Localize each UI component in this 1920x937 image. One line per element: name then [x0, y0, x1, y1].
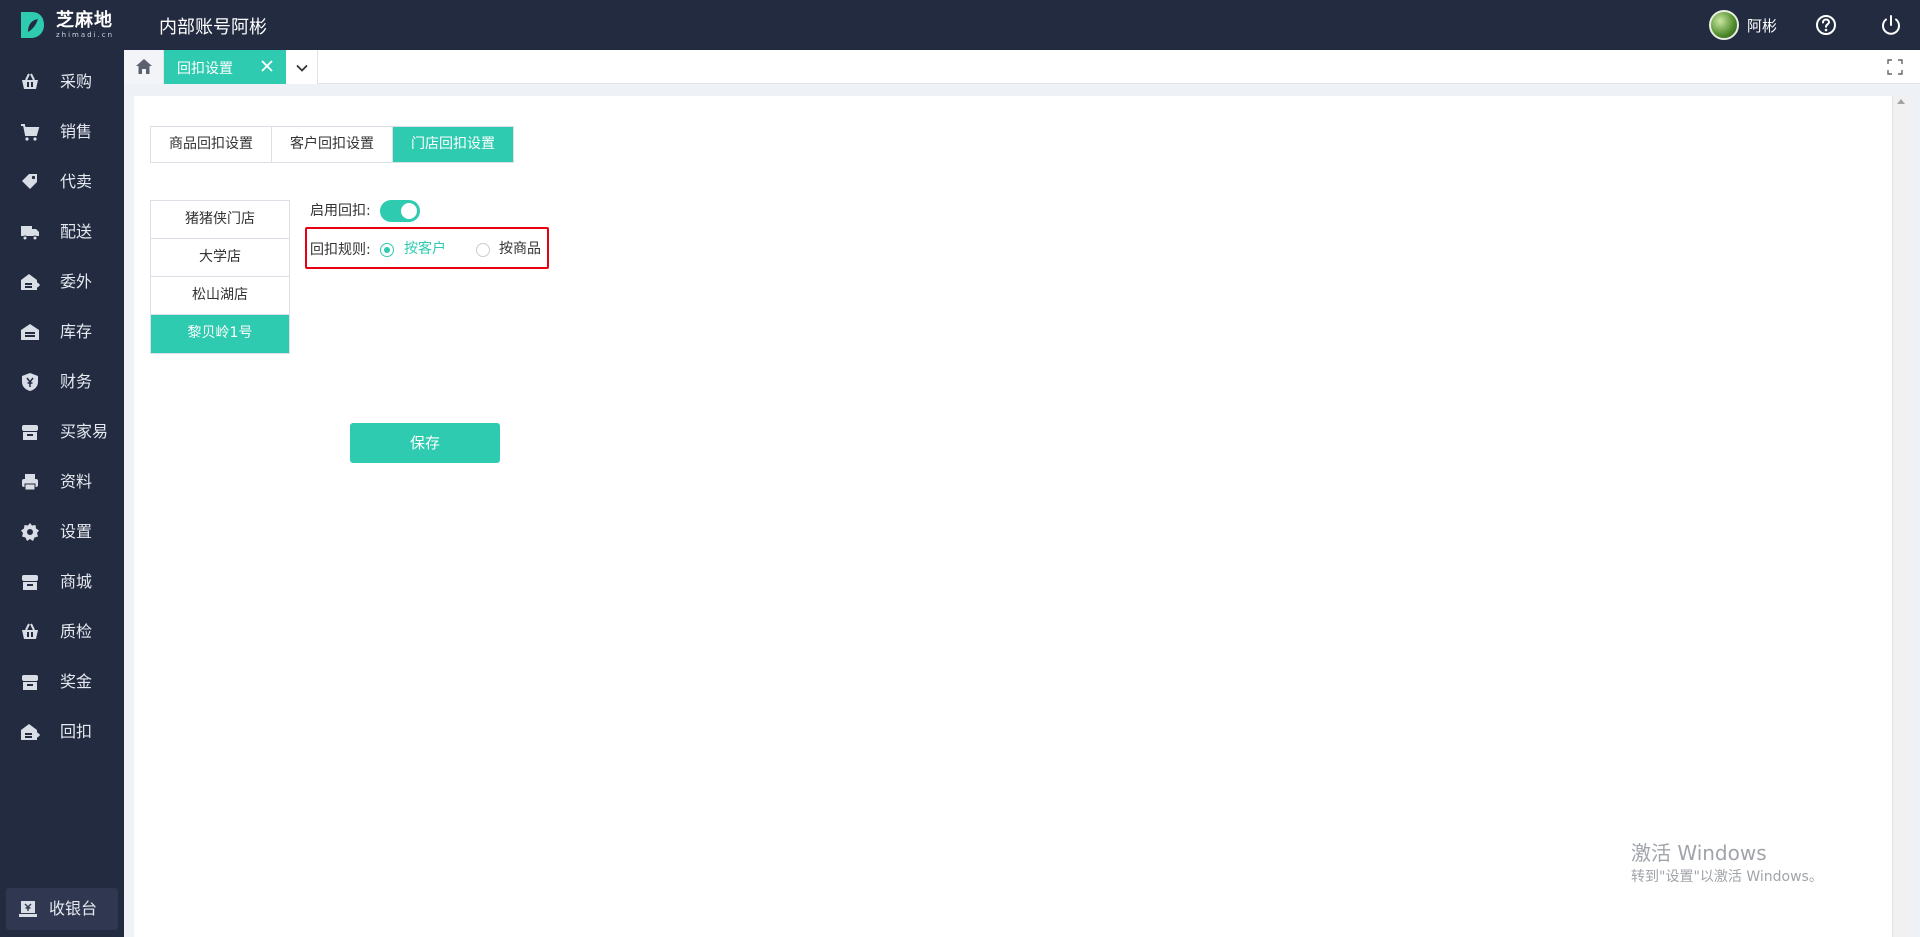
content-panel — [134, 96, 1894, 937]
sidebar-item-data[interactable]: 资料 — [0, 462, 124, 502]
logo-name: 芝麻地 — [56, 9, 113, 31]
sidebar-item-label: 销售 — [60, 122, 93, 141]
sidebar-item-buyer[interactable]: 买家易 — [0, 412, 124, 452]
logo-subtitle: zhimadi.cn — [56, 30, 115, 39]
help-icon[interactable] — [1815, 14, 1837, 36]
brand-logo[interactable]: 芝麻地 zhimadi.cn — [18, 10, 114, 40]
store-item-university[interactable]: 大学店 — [151, 239, 289, 277]
vertical-scrollbar[interactable] — [1892, 96, 1909, 937]
radio-by-product-label[interactable]: 按商品 — [499, 239, 541, 259]
tab-product-rebate[interactable]: 商品回扣设置 — [151, 127, 272, 162]
tab-store-rebate[interactable]: 门店回扣设置 — [393, 127, 513, 162]
watermark-title: 激活 Windows — [1631, 841, 1767, 865]
sidebar-item-label: 库存 — [60, 322, 93, 341]
shop-icon — [20, 572, 40, 592]
printer-icon — [20, 472, 40, 492]
sidebar-item-label: 商城 — [60, 572, 93, 591]
bonus-icon — [20, 672, 40, 692]
logo-leaf-icon — [18, 10, 46, 40]
tabs-dropdown-button[interactable] — [286, 50, 318, 84]
sidebar-item-label: 设置 — [60, 522, 93, 541]
save-button[interactable]: 保存 — [350, 423, 500, 463]
fullscreen-icon[interactable] — [1886, 58, 1904, 76]
sidebar-item-purchase[interactable]: 采购 — [0, 62, 124, 102]
radio-by-customer-label[interactable]: 按客户 — [404, 239, 446, 259]
cart-icon — [20, 122, 40, 142]
sidebar-item-label: 配送 — [60, 222, 93, 241]
rebate-rule-label: 回扣规则: — [310, 242, 371, 258]
sidebar-item-outsource[interactable]: 委外 — [0, 262, 124, 302]
cashier-icon — [18, 899, 38, 919]
sidebar-item-sales[interactable]: 销售 — [0, 112, 124, 152]
warehouse-export-icon — [20, 272, 41, 292]
sidebar-item-inventory[interactable]: 库存 — [0, 312, 124, 352]
cashier-button[interactable]: 收银台 — [6, 888, 118, 930]
sidebar-item-label: 代卖 — [60, 172, 93, 191]
sidebar-item-label: 委外 — [60, 272, 93, 291]
page-tabs-bar: 回扣设置 — [124, 50, 1920, 84]
windows-activation-watermark: 激活 Windows 转到"设置"以激活 Windows。 — [1631, 840, 1823, 886]
warehouse-icon — [20, 322, 40, 342]
sidebar-item-delivery[interactable]: 配送 — [0, 212, 124, 252]
sidebar-item-label: 质检 — [60, 622, 93, 641]
sidebar-item-label: 采购 — [60, 72, 93, 91]
sidebar-item-label: 回扣 — [60, 722, 93, 741]
tag-icon — [20, 172, 40, 192]
store-item-songshanhu[interactable]: 松山湖店 — [151, 277, 289, 315]
store-icon — [20, 422, 40, 442]
sidebar-item-label: 买家易 — [60, 422, 109, 441]
power-icon[interactable] — [1879, 13, 1903, 37]
sidebar-item-rebate[interactable]: 回扣 — [0, 712, 124, 752]
basket-check-icon — [20, 622, 40, 642]
watermark-subtitle: 转到"设置"以激活 Windows。 — [1631, 869, 1823, 885]
user-name[interactable]: 阿彬 — [1747, 15, 1777, 36]
sidebar-item-label: 财务 — [60, 372, 93, 391]
sidebar-item-quality[interactable]: 质检 — [0, 612, 124, 652]
truck-icon — [20, 222, 40, 242]
enable-rebate-label: 启用回扣: — [310, 203, 371, 219]
yen-shield-icon — [20, 372, 40, 392]
store-item-libeiling[interactable]: 黎贝岭1号 — [151, 315, 289, 353]
top-header: 芝麻地 zhimadi.cn 内部账号阿彬 阿彬 — [0, 0, 1920, 50]
store-item-zhuzhuxia[interactable]: 猪猪侠门店 — [151, 201, 289, 239]
rebate-type-tabs: 商品回扣设置 客户回扣设置 门店回扣设置 — [150, 126, 514, 163]
radio-by-product[interactable] — [476, 243, 490, 257]
close-icon[interactable] — [259, 58, 275, 74]
basket-icon — [20, 72, 40, 92]
sidebar-item-mall[interactable]: 商城 — [0, 562, 124, 602]
account-title: 内部账号阿彬 — [159, 17, 267, 38]
chevron-down-icon — [295, 60, 309, 74]
rebate-icon — [20, 722, 41, 742]
tab-rebate-settings[interactable]: 回扣设置 — [164, 50, 286, 84]
home-tab[interactable] — [124, 50, 164, 84]
tab-customer-rebate[interactable]: 客户回扣设置 — [272, 127, 393, 162]
toggle-knob — [401, 203, 417, 219]
tab-label: 回扣设置 — [177, 61, 233, 77]
enable-rebate-toggle[interactable] — [380, 200, 420, 222]
gear-icon — [20, 522, 40, 542]
radio-by-customer[interactable] — [380, 243, 394, 257]
sidebar-item-label: 奖金 — [60, 672, 93, 691]
scroll-up-arrow-icon[interactable] — [1897, 99, 1905, 104]
store-list: 猪猪侠门店 大学店 松山湖店 黎贝岭1号 — [150, 200, 290, 354]
sidebar-item-consign[interactable]: 代卖 — [0, 162, 124, 202]
sidebar-item-bonus[interactable]: 奖金 — [0, 662, 124, 702]
home-icon — [135, 58, 153, 76]
sidebar-item-finance[interactable]: 财务 — [0, 362, 124, 402]
sidebar: 采购 销售 代卖 配送 委外 库存 财务 买家易 资料 设置 商城 质检 奖金 … — [0, 50, 124, 937]
avatar[interactable] — [1709, 10, 1739, 40]
sidebar-item-label: 资料 — [60, 472, 93, 491]
cashier-label: 收银台 — [49, 899, 98, 918]
sidebar-item-settings[interactable]: 设置 — [0, 512, 124, 552]
